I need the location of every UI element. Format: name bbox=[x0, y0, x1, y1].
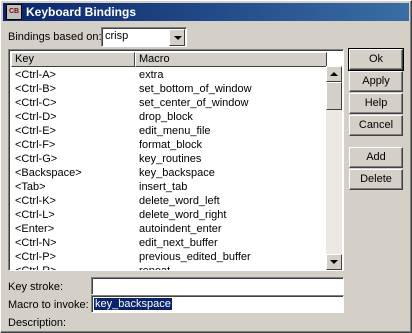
binding-macro: set_bottom_of_window bbox=[139, 83, 252, 95]
binding-key: <Tab> bbox=[15, 181, 46, 193]
binding-key: <Ctrl-R> bbox=[15, 265, 57, 271]
scroll-down-icon[interactable] bbox=[326, 254, 342, 270]
binding-macro: key_routines bbox=[139, 153, 202, 165]
column-header-macro[interactable]: Macro bbox=[135, 52, 327, 67]
scroll-thumb[interactable] bbox=[326, 82, 342, 110]
binding-macro: drop_block bbox=[139, 111, 193, 123]
scroll-up-icon[interactable] bbox=[326, 66, 342, 82]
list-item[interactable]: <Ctrl-R> repeat bbox=[11, 264, 329, 271]
binding-key: <Enter> bbox=[15, 223, 55, 235]
binding-macro: format_block bbox=[139, 139, 202, 151]
binding-macro: edit_menu_file bbox=[139, 125, 211, 137]
bindings-based-on-label: Bindings based on: bbox=[8, 31, 102, 43]
list-item[interactable]: <Ctrl-P> previous_edited_buffer bbox=[11, 250, 329, 264]
cancel-button[interactable]: Cancel bbox=[349, 115, 403, 136]
binding-macro: delete_word_left bbox=[139, 195, 220, 207]
binding-key: <Ctrl-C> bbox=[15, 97, 57, 109]
list-item[interactable]: <Ctrl-A> extra bbox=[11, 68, 329, 82]
list-item[interactable]: <Ctrl-E> edit_menu_file bbox=[11, 124, 329, 138]
binding-key: <Ctrl-L> bbox=[15, 209, 55, 221]
macro-to-invoke-input[interactable]: key_backspace bbox=[91, 295, 344, 313]
binding-macro: edit_next_buffer bbox=[139, 237, 218, 249]
binding-macro: key_backspace bbox=[139, 167, 215, 179]
list-item[interactable]: <Backspace> key_backspace bbox=[11, 166, 329, 180]
chevron-down-icon[interactable] bbox=[169, 29, 185, 46]
list-item[interactable]: <Enter> autoindent_enter bbox=[11, 222, 329, 236]
binding-macro: previous_edited_buffer bbox=[139, 251, 251, 263]
window-title: Keyboard Bindings bbox=[26, 5, 137, 19]
key-stroke-input[interactable] bbox=[91, 277, 344, 295]
binding-key: <Ctrl-P> bbox=[15, 251, 56, 263]
apply-button[interactable]: Apply bbox=[349, 71, 403, 92]
binding-key: <Ctrl-E> bbox=[15, 125, 56, 137]
help-button[interactable]: Help bbox=[349, 93, 403, 114]
binding-macro: repeat bbox=[139, 265, 171, 271]
list-item[interactable]: <Ctrl-D> drop_block bbox=[11, 110, 329, 124]
list-item[interactable]: <Ctrl-B> set_bottom_of_window bbox=[11, 82, 329, 96]
binding-macro: autoindent_enter bbox=[139, 223, 222, 235]
list-item[interactable]: <Ctrl-N> edit_next_buffer bbox=[11, 236, 329, 250]
binding-key: <Ctrl-F> bbox=[15, 139, 56, 151]
list-item[interactable]: <Ctrl-F> format_block bbox=[11, 138, 329, 152]
ok-button[interactable]: Ok bbox=[348, 48, 404, 71]
bindings-based-on-combo[interactable]: crisp bbox=[101, 27, 187, 47]
list-item[interactable]: <Ctrl-G> key_routines bbox=[11, 152, 329, 166]
list-item[interactable]: <Ctrl-C> set_center_of_window bbox=[11, 96, 329, 110]
binding-key: <Ctrl-B> bbox=[15, 83, 56, 95]
delete-button[interactable]: Delete bbox=[349, 169, 403, 190]
list-item[interactable]: <Ctrl-L> delete_word_right bbox=[11, 208, 329, 222]
bindings-based-on-value: crisp bbox=[105, 30, 129, 42]
keyboard-bindings-dialog: CB Keyboard Bindings Bindings based on: … bbox=[0, 0, 412, 333]
macro-to-invoke-value: key_backspace bbox=[94, 298, 172, 310]
app-icon[interactable]: CB bbox=[6, 4, 22, 20]
binding-key: <Ctrl-D> bbox=[15, 111, 57, 123]
binding-macro: extra bbox=[139, 69, 164, 81]
bindings-list[interactable]: Key Macro <Ctrl-A> extra <Ctrl-B> set_botto… bbox=[8, 49, 344, 271]
binding-macro: delete_word_right bbox=[139, 209, 227, 221]
binding-key: <Backspace> bbox=[15, 167, 82, 179]
binding-macro: insert_tab bbox=[139, 181, 188, 193]
binding-key: <Ctrl-N> bbox=[15, 237, 57, 249]
title-bar[interactable]: CB Keyboard Bindings bbox=[3, 3, 409, 21]
add-button[interactable]: Add bbox=[349, 147, 403, 168]
binding-key: <Ctrl-G> bbox=[15, 153, 58, 165]
binding-key: <Ctrl-A> bbox=[15, 69, 56, 81]
macro-to-invoke-label: Macro to invoke: bbox=[8, 299, 89, 311]
binding-macro: set_center_of_window bbox=[139, 97, 249, 109]
column-header-key[interactable]: Key bbox=[11, 52, 135, 67]
list-item[interactable]: <Ctrl-K> delete_word_left bbox=[11, 194, 329, 208]
description-label: Description: bbox=[8, 317, 67, 329]
vertical-scrollbar[interactable] bbox=[326, 66, 342, 270]
key-stroke-label: Key stroke: bbox=[8, 281, 64, 293]
binding-key: <Ctrl-K> bbox=[15, 195, 56, 207]
list-item[interactable]: <Tab> insert_tab bbox=[11, 180, 329, 194]
